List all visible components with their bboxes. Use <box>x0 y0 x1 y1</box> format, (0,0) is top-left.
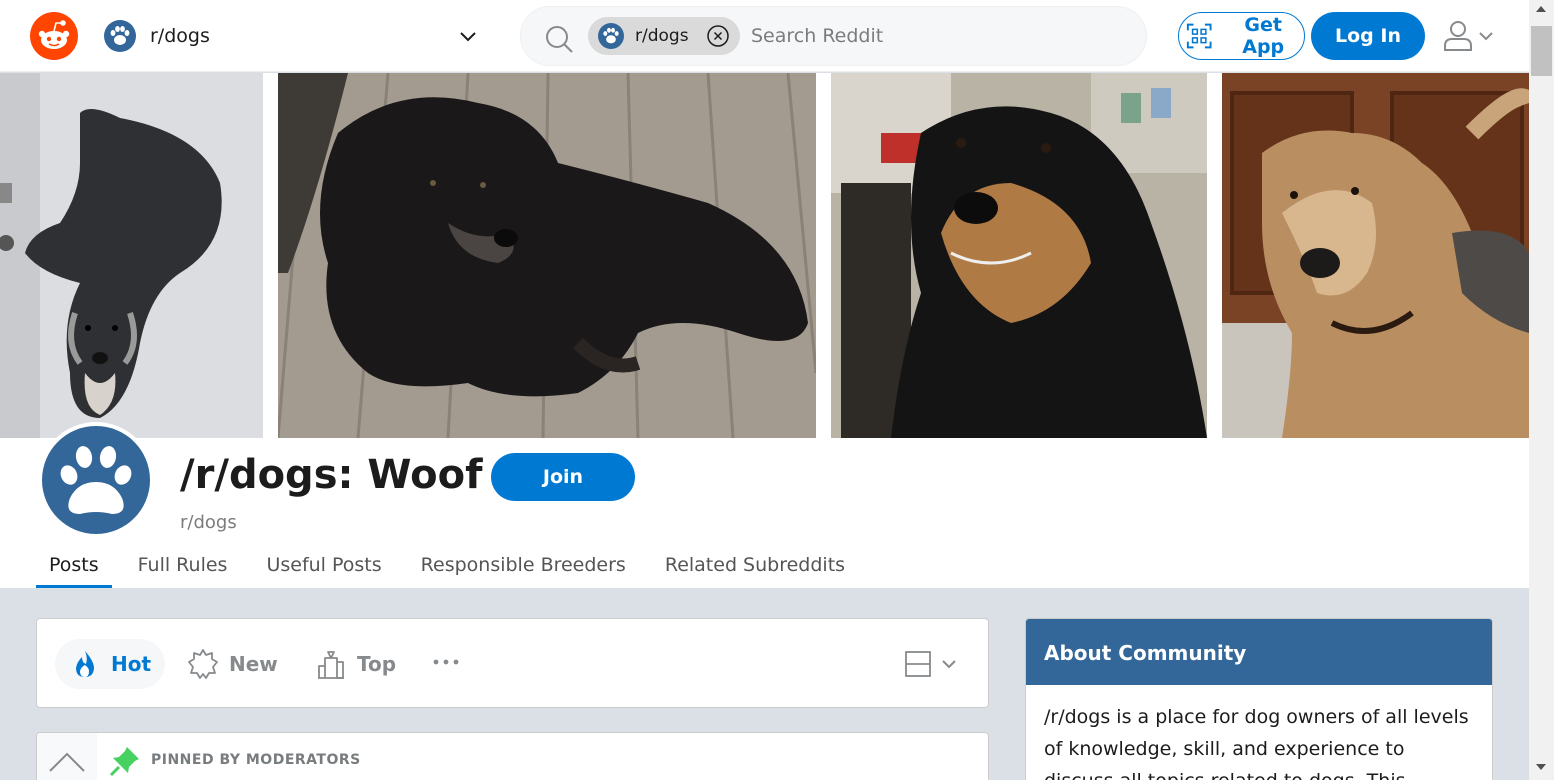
vote-column <box>37 733 97 780</box>
community-title: /r/dogs: Woof <box>180 452 483 498</box>
sort-new-label: New <box>229 652 278 676</box>
community-picker-label: r/dogs <box>150 25 210 47</box>
sort-new-button[interactable]: New <box>173 639 292 689</box>
tab-related-subreddits[interactable]: Related Subreddits <box>652 554 858 588</box>
search-icon <box>546 26 573 53</box>
get-app-button[interactable]: Get App <box>1178 12 1305 60</box>
paw-icon <box>104 20 136 52</box>
scroll-up-arrow-icon[interactable] <box>1536 6 1546 12</box>
upvote-icon[interactable] <box>47 749 87 773</box>
card-view-icon <box>905 651 931 677</box>
black-dog-on-deck-photo <box>278 73 816 438</box>
paw-icon <box>598 23 624 49</box>
burst-icon <box>188 649 218 679</box>
community-banner <box>0 73 1529 438</box>
flame-icon <box>76 651 94 677</box>
tab-posts[interactable]: Posts <box>36 554 112 588</box>
about-community-description: /r/dogs is a place for dog owners of all… <box>1044 706 1469 780</box>
more-options-icon[interactable] <box>431 647 461 677</box>
chart-up-icon <box>318 651 344 679</box>
paw-icon <box>42 426 150 534</box>
tab-responsible-breeders[interactable]: Responsible Breeders <box>408 554 639 588</box>
page-scrollbar[interactable] <box>1529 0 1554 780</box>
tab-useful-posts[interactable]: Useful Posts <box>253 554 394 588</box>
search-scope-chip: r/dogs <box>588 17 740 55</box>
view-mode-toggle[interactable] <box>903 647 959 681</box>
pinned-label: PINNED BY MODERATORS <box>151 752 361 768</box>
community-avatar <box>38 422 154 538</box>
login-button[interactable]: Log In <box>1311 12 1425 60</box>
community-header: /r/dogs: Woof r/dogs Join Posts Full Rul… <box>0 422 1529 588</box>
about-community-widget: About Community /r/dogs is a place for d… <box>1025 618 1493 780</box>
reddit-logo-icon[interactable] <box>30 12 78 60</box>
top-header: r/dogs r/dogs Search Reddit Get App Log … <box>0 0 1529 72</box>
chevron-down-icon <box>1479 32 1493 41</box>
community-tabs: Posts Full Rules Useful Posts Responsibl… <box>36 554 871 588</box>
chevron-down-icon <box>942 660 956 669</box>
qr-code-icon <box>1186 23 1212 49</box>
pinned-post-card[interactable]: PINNED BY MODERATORS <box>36 732 989 780</box>
tan-dog-photo <box>1222 73 1529 438</box>
schnauzer-photo <box>0 73 263 438</box>
user-icon <box>1444 21 1472 51</box>
sort-hot-button[interactable]: Hot <box>55 639 166 689</box>
close-icon[interactable] <box>706 24 730 48</box>
sort-top-button[interactable]: Top <box>301 639 410 689</box>
sort-bar: Hot New Top <box>36 618 989 708</box>
community-picker[interactable]: r/dogs <box>104 18 482 54</box>
pin-icon <box>109 747 139 777</box>
community-subreddit-name: r/dogs <box>180 512 237 533</box>
about-community-heading: About Community <box>1026 619 1492 685</box>
chevron-down-icon <box>460 32 476 42</box>
black-and-tan-dog-photo <box>831 73 1207 438</box>
user-menu-button[interactable] <box>1440 16 1502 56</box>
tab-full-rules[interactable]: Full Rules <box>125 554 241 588</box>
search-input[interactable] <box>751 19 1131 53</box>
search-bar[interactable]: r/dogs <box>520 6 1147 66</box>
sort-top-label: Top <box>357 652 397 676</box>
scrollbar-thumb[interactable] <box>1531 26 1552 76</box>
search-scope-label: r/dogs <box>635 26 689 46</box>
join-button[interactable]: Join <box>491 453 635 501</box>
get-app-label: Get App <box>1242 14 1285 58</box>
sort-hot-label: Hot <box>111 652 152 676</box>
scroll-down-arrow-icon[interactable] <box>1536 764 1546 770</box>
